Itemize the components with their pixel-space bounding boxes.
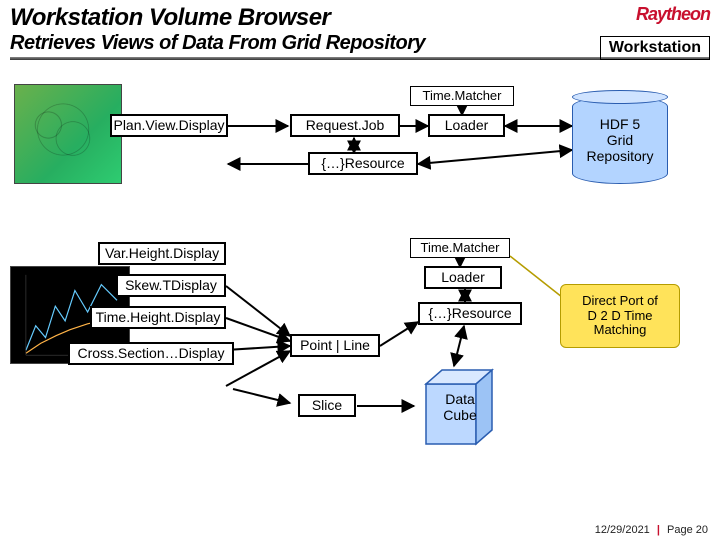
workstation-badge: Workstation (600, 36, 710, 60)
brand-logo: Raytheon (636, 4, 710, 25)
footer-date: 12/29/2021 (595, 524, 650, 536)
node-datacube: Data Cube (414, 364, 506, 450)
node-timematcher-2: Time.Matcher (410, 238, 510, 258)
node-hdf5-cylinder: HDF 5 Grid Repository (572, 96, 668, 184)
node-slice: Slice (298, 394, 356, 417)
footer-separator-icon: | (653, 524, 664, 536)
node-timeheight: Time.Height.Display (90, 306, 226, 329)
diagram-canvas: Plan.View.Display Request.Job Time.Match… (0, 66, 720, 516)
node-requestjob: Request.Job (290, 114, 400, 137)
footer-page: Page 20 (667, 524, 708, 536)
node-varheight: Var.Height.Display (98, 242, 226, 265)
node-loader-1: Loader (428, 114, 505, 137)
node-resource-1: {…}Resource (308, 152, 418, 175)
node-crosssection: Cross.Section…Display (68, 342, 234, 365)
callout-direct-port: Direct Port of D 2 D Time Matching (560, 284, 680, 348)
node-pointline: Point | Line (290, 334, 380, 357)
node-timematcher-1: Time.Matcher (410, 86, 514, 106)
footer: 12/29/2021 | Page 20 (595, 524, 708, 536)
node-planview: Plan.View.Display (110, 114, 228, 137)
node-skewt: Skew.TDisplay (116, 274, 226, 297)
page-title: Workstation Volume Browser (10, 4, 710, 32)
node-loader-2: Loader (424, 266, 502, 289)
node-resource-2: {…}Resource (418, 302, 522, 325)
planview-thumbnail (14, 84, 122, 184)
